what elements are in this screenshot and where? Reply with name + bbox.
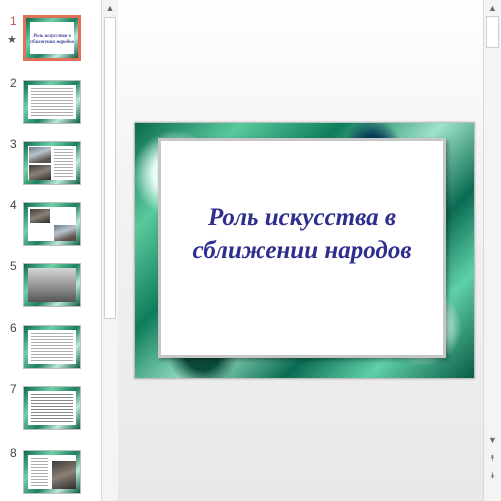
- thumbnail-image: [23, 450, 81, 494]
- scroll-down-arrow-icon[interactable]: ▼: [484, 433, 501, 447]
- slide-number: 5: [10, 259, 17, 273]
- slide-thumbnail-8[interactable]: 8: [0, 446, 101, 497]
- slide-thumbnail-7[interactable]: 7: [0, 382, 101, 433]
- current-slide[interactable]: Роль искусства в сближении народов: [134, 122, 475, 379]
- slide-number: 1: [10, 14, 17, 28]
- thumbnail-image: [23, 202, 81, 246]
- thumbnail-image: [23, 80, 81, 124]
- slide-number: 2: [10, 76, 17, 90]
- thumbnail-image: Роль искусства в сближении народов: [23, 15, 81, 61]
- slide-thumbnail-3[interactable]: 3: [0, 137, 101, 188]
- animation-star-icon: ★: [7, 34, 17, 46]
- slide-number: 4: [10, 198, 17, 212]
- slide-thumbnail-4[interactable]: 4: [0, 198, 101, 249]
- previous-slide-icon[interactable]: ⯭: [484, 451, 501, 465]
- scroll-up-arrow-icon[interactable]: ▲: [102, 1, 118, 15]
- scroll-up-arrow-icon[interactable]: ▲: [484, 1, 501, 15]
- thumbnail-scrollbar[interactable]: ▲: [101, 0, 118, 501]
- slide-title-panel: Роль искусства в сближении народов: [158, 138, 446, 358]
- slide-title-line-2: сближении народов: [192, 237, 412, 264]
- next-slide-icon[interactable]: ⯯: [484, 468, 501, 482]
- thumbnail-title: Роль искусства в сближении народов: [30, 34, 74, 45]
- slide-thumbnail-5[interactable]: 5: [0, 259, 101, 310]
- slide-title-line-1: Роль искусства в: [207, 204, 397, 231]
- slide-thumbnail-pane[interactable]: 1 ★ Роль искусства в сближении народов 2…: [0, 0, 101, 501]
- slide-editing-area: Роль искусства в сближении народов: [118, 0, 483, 501]
- slide-thumbnail-6[interactable]: 6: [0, 321, 101, 372]
- thumbnail-image: [23, 141, 81, 185]
- slide-thumbnail-1[interactable]: 1 ★ Роль искусства в сближении народов: [0, 14, 101, 65]
- slide-number: 6: [10, 321, 17, 335]
- slide-title[interactable]: Роль искусства в сближении народов: [161, 201, 443, 267]
- slide-number: 3: [10, 137, 17, 151]
- slide-number: 7: [10, 382, 17, 396]
- slide-thumbnail-2[interactable]: 2: [0, 76, 101, 127]
- scrollbar-thumb[interactable]: [486, 16, 499, 48]
- thumbnail-image: [23, 386, 81, 430]
- scrollbar-thumb[interactable]: [104, 17, 116, 319]
- main-scrollbar[interactable]: ▲ ▼ ⯭ ⯯: [483, 0, 501, 501]
- thumbnail-image: [23, 263, 81, 307]
- thumbnail-image: [23, 325, 81, 369]
- slide-number: 8: [10, 446, 17, 460]
